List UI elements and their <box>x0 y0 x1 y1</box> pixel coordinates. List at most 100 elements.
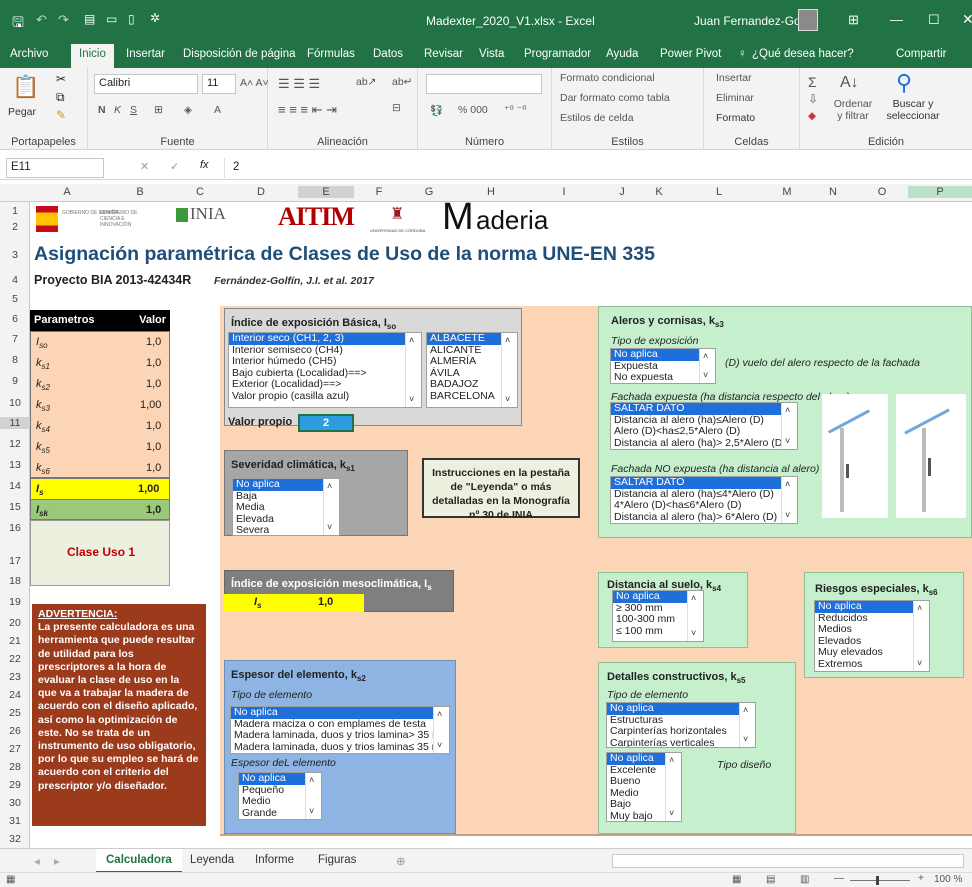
cut-icon[interactable]: ✂ <box>56 72 66 86</box>
row-header[interactable]: 19 <box>0 596 30 608</box>
listbox-option[interactable]: Exterior (Localidad)==> <box>229 378 421 391</box>
eaves-type-listbox[interactable]: No aplica Expuesta No expuesta ˄ ˅ <box>610 348 716 384</box>
listbox-option[interactable]: SALTAR DATO <box>611 403 797 415</box>
row-header[interactable]: 32 <box>0 833 30 845</box>
chevron-up-icon[interactable]: ˄ <box>309 775 314 787</box>
row-header[interactable]: 17 <box>0 555 30 567</box>
listbox-option[interactable]: SALTAR DATO <box>611 477 797 489</box>
chevron-up-icon[interactable]: ˄ <box>505 335 510 347</box>
page-break-icon[interactable]: ▥ <box>800 874 809 885</box>
chevron-up-icon[interactable]: ˄ <box>437 709 442 721</box>
col-header-g[interactable]: G <box>404 186 454 198</box>
listbox-scrollbar[interactable]: ˄ ˅ <box>665 753 681 821</box>
chevron-up-icon[interactable]: ˄ <box>409 335 414 347</box>
row-header[interactable]: 11 <box>0 417 30 429</box>
listbox-option[interactable]: Alero (D)<ha≤2,5*Alero (D) <box>611 425 797 438</box>
listbox-scrollbar[interactable]: ˄ ˅ <box>739 703 755 747</box>
chevron-down-icon[interactable]: ˅ <box>327 522 332 534</box>
chevron-up-icon[interactable]: ˄ <box>703 351 708 363</box>
zoom-in-icon[interactable]: + <box>918 873 924 884</box>
listbox-option[interactable]: Extremos <box>815 658 929 671</box>
exposure-listbox[interactable]: Interior seco (CH1, 2, 3) Interior semis… <box>228 332 422 408</box>
col-header-p[interactable]: P <box>908 186 972 198</box>
quick-access-icon[interactable]: ▤ <box>84 12 95 26</box>
new-file-icon[interactable]: ▯ <box>128 12 135 26</box>
listbox-option[interactable]: Carpinterías horizontales <box>607 725 755 738</box>
tab-formulas[interactable]: Fórmulas <box>307 48 355 60</box>
chevron-down-icon[interactable]: ˅ <box>743 734 748 746</box>
row-header[interactable]: 31 <box>0 815 30 827</box>
tab-powerpivot[interactable]: Power Pivot <box>660 48 721 60</box>
save-icon[interactable]: 🖫 <box>12 12 24 36</box>
fx-icon[interactable]: fx <box>200 159 209 171</box>
grow-font-icon[interactable]: A˄ A˅ <box>240 77 269 89</box>
chevron-down-icon[interactable]: ˅ <box>703 370 708 382</box>
row-header[interactable]: 7 <box>0 333 30 345</box>
row-header[interactable]: 16 <box>0 522 30 534</box>
chevron-up-icon[interactable]: ˄ <box>743 705 748 717</box>
chevron-up-icon[interactable]: ˄ <box>669 755 674 767</box>
chevron-down-icon[interactable]: ˅ <box>309 806 314 818</box>
col-header-d[interactable]: D <box>224 186 298 198</box>
cell-styles-button[interactable]: Estilos de celda <box>560 112 634 124</box>
share-button[interactable]: Compartir <box>896 48 946 60</box>
listbox-option[interactable]: Interior húmedo (CH5) <box>229 355 421 368</box>
tell-me-search[interactable]: ¿Qué desea hacer? <box>752 48 854 60</box>
chevron-down-icon[interactable]: ˅ <box>785 510 790 522</box>
merge-icon[interactable]: ⊟ <box>392 102 401 114</box>
row-header[interactable]: 21 <box>0 635 30 647</box>
col-header-b[interactable]: B <box>104 186 176 198</box>
undo-icon[interactable]: ↶ <box>36 12 47 28</box>
col-header-k[interactable]: K <box>644 186 674 198</box>
col-header-h[interactable]: H <box>454 186 528 198</box>
tab-ayuda[interactable]: Ayuda <box>606 48 638 60</box>
ground-listbox[interactable]: No aplica ≥ 300 mm 100-300 mm ≤ 100 mm ˄… <box>612 590 704 642</box>
row-header[interactable]: 3 <box>0 249 30 261</box>
listbox-option[interactable]: Interior seco (CH1, 2, 3) <box>229 333 421 345</box>
listbox-option[interactable]: Muy elevados <box>815 646 929 659</box>
valor-propio-input[interactable]: 2 <box>298 414 354 432</box>
listbox-option[interactable]: Valor propio (casilla azul) <box>229 390 421 403</box>
orientation-icon[interactable]: ab↗ <box>356 76 376 88</box>
add-sheet-icon[interactable]: ⊕ <box>396 854 406 868</box>
table-format-button[interactable]: Dar formato como tabla <box>560 92 670 104</box>
decimals-icon[interactable]: ⁺⁰ ⁻⁰ <box>504 104 526 116</box>
zoom-level[interactable]: 100 % <box>934 874 962 885</box>
chevron-up-icon[interactable]: ˄ <box>785 405 790 417</box>
listbox-scrollbar[interactable]: ˄ ˅ <box>781 477 797 523</box>
row-header[interactable]: 25 <box>0 707 30 719</box>
chevron-up-icon[interactable]: ˄ <box>327 481 332 493</box>
chevron-down-icon[interactable]: ˅ <box>785 436 790 448</box>
row-header[interactable]: 24 <box>0 689 30 701</box>
next-sheet-icon[interactable]: ▸ <box>54 854 60 868</box>
row-header[interactable]: 18 <box>0 575 30 587</box>
align-left-icon[interactable]: ≡ ≡ ≡ ⇤ ⇥ <box>278 102 337 118</box>
element-type-listbox[interactable]: No aplica Madera maciza o con emplames d… <box>230 706 450 754</box>
listbox-scrollbar[interactable]: ˄ ˅ <box>433 707 449 753</box>
delete-cells-button[interactable]: Eliminar <box>716 92 754 104</box>
chevron-up-icon[interactable]: ˄ <box>917 603 922 615</box>
row-header[interactable]: 6 <box>0 313 30 325</box>
zoom-out-icon[interactable]: — <box>834 873 844 884</box>
tab-archivo[interactable]: Archivo <box>10 48 48 60</box>
tab-programador[interactable]: Programador <box>524 48 591 60</box>
chevron-down-icon[interactable]: ˅ <box>437 740 442 752</box>
chevron-down-icon[interactable]: ˅ <box>917 658 922 670</box>
not-exposed-listbox[interactable]: SALTAR DATO Distancia al alero (ha)≤4*Al… <box>610 476 798 524</box>
row-header[interactable]: 14 <box>0 480 30 492</box>
currency-icon[interactable]: 💱 <box>430 104 443 117</box>
settings-icon[interactable]: ✲ <box>150 11 160 25</box>
listbox-option[interactable]: Madera laminada, duos y trios lamina≤ 35… <box>231 741 449 754</box>
fill-icon[interactable]: ⇩ <box>808 92 818 106</box>
row-header[interactable]: 28 <box>0 761 30 773</box>
font-color-icon[interactable]: A <box>214 104 221 116</box>
severity-listbox[interactable]: No aplica Baja Media Elevada Severa ˄ ˅ <box>232 478 340 536</box>
risks-listbox[interactable]: No aplica Reducidos Medios Elevados Muy … <box>814 600 930 672</box>
col-header-l[interactable]: L <box>674 186 764 198</box>
maximize-icon[interactable]: ☐ <box>928 12 940 28</box>
sheet-tab-informe[interactable]: Informe <box>255 854 294 866</box>
listbox-scrollbar[interactable]: ˄ ˅ <box>323 479 339 535</box>
sort-filter-button[interactable]: Ordenar y filtrar <box>830 98 876 122</box>
row-header[interactable]: 10 <box>0 397 30 409</box>
sheet-tab-calculadora[interactable]: Calculadora <box>96 849 182 873</box>
